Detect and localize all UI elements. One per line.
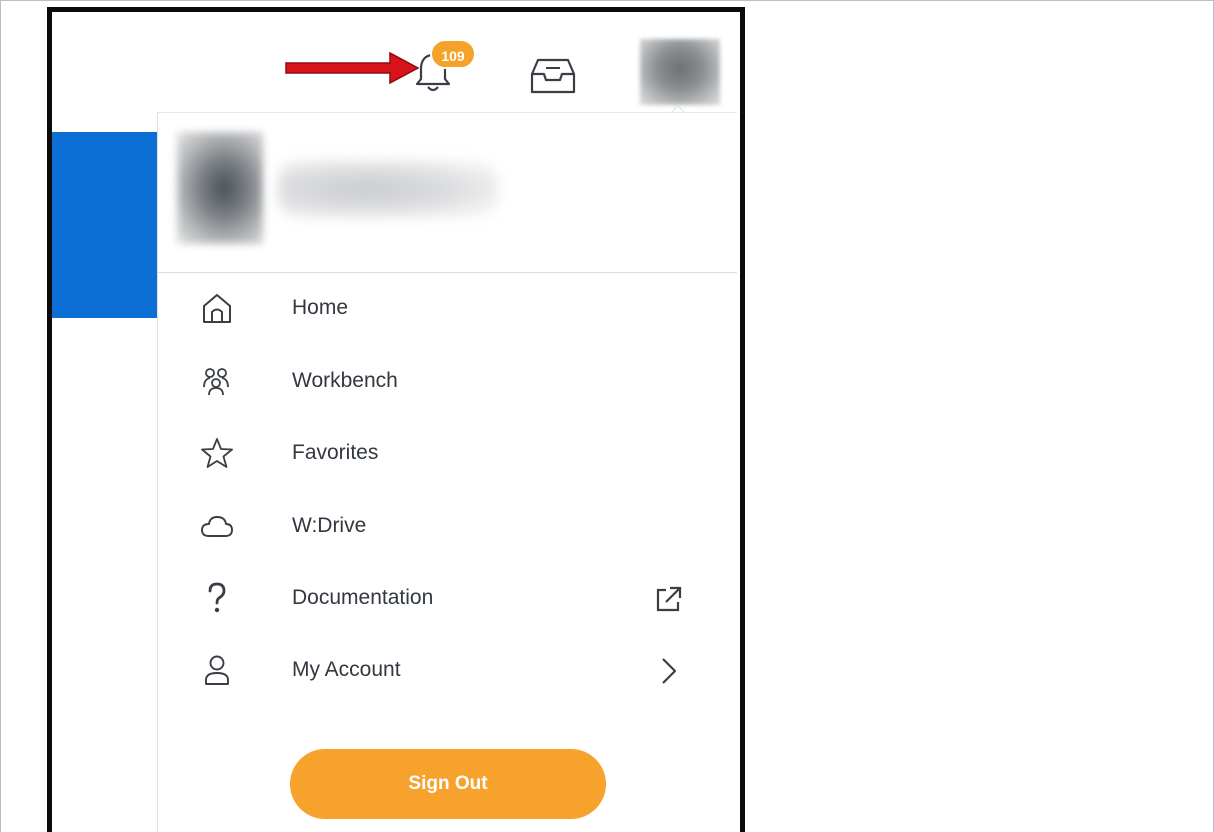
- annotation-arrow-notifications: [285, 51, 420, 85]
- sign-out-button[interactable]: Sign Out: [290, 749, 606, 819]
- inbox-icon[interactable]: [530, 56, 576, 96]
- notification-count-badge: 109: [430, 39, 476, 69]
- menu-item-documentation[interactable]: Documentation: [157, 568, 737, 628]
- blue-banner: [52, 132, 162, 318]
- workbench-icon: [203, 368, 229, 396]
- profile-name: [278, 160, 498, 218]
- profile-divider: [157, 272, 737, 273]
- star-icon: [201, 438, 233, 468]
- external-link-icon: [656, 586, 682, 612]
- menu-item-wdrive[interactable]: W:Drive: [157, 496, 737, 556]
- menu-item-home[interactable]: Home: [157, 278, 737, 338]
- cloud-icon: [201, 516, 233, 537]
- menu-item-label: My Account: [292, 658, 401, 681]
- menu-item-label: Workbench: [292, 369, 398, 392]
- menu-item-workbench[interactable]: Workbench: [157, 351, 737, 411]
- menu-item-favorites[interactable]: Favorites: [157, 423, 737, 483]
- menu-item-label: W:Drive: [292, 514, 367, 537]
- menu-item-label: Home: [292, 296, 349, 319]
- menu-item-my-account[interactable]: My Account: [157, 640, 737, 700]
- profile-photo[interactable]: [177, 132, 263, 244]
- menu-item-label: Documentation: [292, 586, 434, 609]
- home-icon: [203, 294, 231, 323]
- chevron-right-icon: [662, 658, 677, 684]
- question-icon: [208, 582, 226, 613]
- menu-item-label: Favorites: [292, 441, 379, 464]
- panel-top-border: [157, 112, 737, 113]
- workday-screenshot: 109 Home Workbench Favorites W:Drive Doc…: [47, 7, 745, 832]
- person-icon: [205, 655, 229, 685]
- user-avatar-button[interactable]: [640, 39, 720, 105]
